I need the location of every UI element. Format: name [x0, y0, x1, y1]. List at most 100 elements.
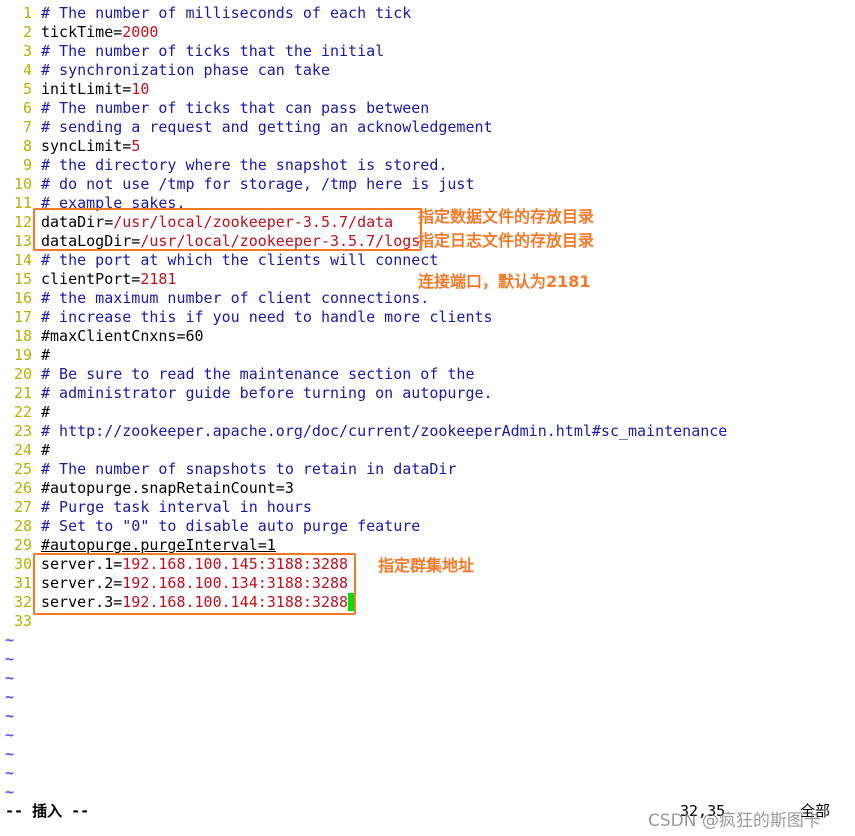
- line-number: 29: [13, 536, 32, 554]
- code-line[interactable]: 4 # synchronization phase can take: [5, 61, 727, 80]
- code-line[interactable]: 21 # administrator guide before turning o…: [5, 384, 727, 403]
- code-line[interactable]: 14 # the port at which the clients will c…: [5, 251, 727, 270]
- line-number: 25: [13, 460, 32, 478]
- watermark: CSDN @疯狂的斯图卡: [648, 811, 821, 831]
- code-text: #: [41, 346, 51, 364]
- comment-text: # The number of milliseconds of each tic…: [41, 4, 412, 22]
- code-line[interactable]: 1 # The number of milliseconds of each ti…: [5, 4, 727, 23]
- comment-text: # the directory where the snapshot is st…: [41, 156, 448, 174]
- code-line[interactable]: 19 #: [5, 346, 727, 365]
- code-line[interactable]: 16 # the maximum number of client connect…: [5, 289, 727, 308]
- line-number: 2: [22, 23, 32, 41]
- empty-line-tilde: ~: [5, 726, 15, 744]
- line-number: 11: [13, 194, 32, 212]
- annotation-box-data-dirs: [33, 208, 422, 251]
- line-number: 33: [13, 612, 32, 630]
- line-number: 23: [13, 422, 32, 440]
- comment-text: # sending a request and getting an ackno…: [41, 118, 493, 136]
- comment-text: # the port at which the clients will con…: [41, 251, 439, 269]
- code-line[interactable]: 24 #: [5, 441, 727, 460]
- empty-line-tilde: ~: [5, 631, 15, 649]
- code-text: #maxClientCnxns=60: [41, 327, 204, 345]
- line-number: 17: [13, 308, 32, 326]
- comment-text: # increase this if you need to handle mo…: [41, 308, 493, 326]
- line-number: 27: [13, 498, 32, 516]
- code-text: #autopurge.snapRetainCount=3: [41, 479, 294, 497]
- code-line[interactable]: 23 # http://zookeeper.apache.org/doc/curr…: [5, 422, 727, 441]
- code-line[interactable]: 18 #maxClientCnxns=60: [5, 327, 727, 346]
- line-number: 12: [13, 213, 32, 231]
- line-number: 9: [22, 156, 32, 174]
- annotation-log-dir: 指定日志文件的存放目录: [418, 231, 595, 250]
- code-line[interactable]: 10 # do not use /tmp for storage, /tmp he…: [5, 175, 727, 194]
- empty-line-tilde: ~: [5, 669, 15, 687]
- annotation-box-servers: [33, 553, 356, 615]
- config-key: initLimit=: [41, 80, 132, 98]
- code-line[interactable]: 6 # The number of ticks that can pass bet…: [5, 99, 727, 118]
- comment-text: # Purge task interval in hours: [41, 498, 312, 516]
- mode-indicator: -- 插入 --: [5, 802, 90, 820]
- line-number: 22: [13, 403, 32, 421]
- line-number: 28: [13, 517, 32, 535]
- line-number: 24: [13, 441, 32, 459]
- config-key: tickTime=: [41, 23, 123, 41]
- annotation-cluster: 指定群集地址: [378, 556, 475, 575]
- line-number: 26: [13, 479, 32, 497]
- code-line[interactable]: 15 clientPort=2181: [5, 270, 727, 289]
- code-text: #: [41, 403, 51, 421]
- line-number: 7: [22, 118, 32, 136]
- code-line[interactable]: 7 # sending a request and getting an ackn…: [5, 118, 727, 137]
- line-number: 15: [13, 270, 32, 288]
- code-line[interactable]: 8 syncLimit=5: [5, 137, 727, 156]
- line-number: 8: [22, 137, 32, 155]
- code-line[interactable]: 9 # the directory where the snapshot is s…: [5, 156, 727, 175]
- annotation-data-dir: 指定数据文件的存放目录: [418, 207, 595, 226]
- code-text: #autopurge.purgeInterval=1: [41, 536, 276, 554]
- vim-editor[interactable]: 1 # The number of milliseconds of each ti…: [5, 4, 727, 802]
- line-number: 32: [13, 593, 32, 611]
- line-number: 20: [13, 365, 32, 383]
- empty-line-tilde: ~: [5, 707, 15, 725]
- config-value: 5: [131, 137, 141, 155]
- empty-line-tilde: ~: [5, 745, 15, 763]
- comment-text: # http://zookeeper.apache.org/doc/curren…: [41, 422, 728, 440]
- comment-text: # The number of ticks that the initial: [41, 42, 385, 60]
- code-text: #: [41, 441, 51, 459]
- code-line[interactable]: 20 # Be sure to read the maintenance sect…: [5, 365, 727, 384]
- line-number: 4: [22, 61, 32, 79]
- code-line[interactable]: 26 #autopurge.snapRetainCount=3: [5, 479, 727, 498]
- comment-text: # The number of snapshots to retain in d…: [41, 460, 457, 478]
- line-number: 1: [22, 4, 32, 22]
- comment-text: # synchronization phase can take: [41, 61, 330, 79]
- annotation-client-port: 连接端口，默认为2181: [418, 272, 591, 291]
- code-line[interactable]: 28 # Set to "0" to disable auto purge fea…: [5, 517, 727, 536]
- config-value: 10: [131, 80, 150, 98]
- code-line[interactable]: 22 #: [5, 403, 727, 422]
- line-number: 3: [22, 42, 32, 60]
- line-number: 5: [22, 80, 32, 98]
- code-line[interactable]: 2 tickTime=2000: [5, 23, 727, 42]
- line-number: 14: [13, 251, 32, 269]
- empty-line-tilde: ~: [5, 650, 15, 668]
- comment-text: # Be sure to read the maintenance sectio…: [41, 365, 475, 383]
- code-line[interactable]: 27 # Purge task interval in hours: [5, 498, 727, 517]
- line-number: 13: [13, 232, 32, 250]
- code-line[interactable]: 17 # increase this if you need to handle …: [5, 308, 727, 327]
- config-key: clientPort=: [41, 270, 141, 288]
- code-line[interactable]: 5 initLimit=10: [5, 80, 727, 99]
- line-number: 30: [13, 555, 32, 573]
- code-line[interactable]: 25 # The number of snapshots to retain in…: [5, 460, 727, 479]
- comment-text: # the maximum number of client connectio…: [41, 289, 430, 307]
- line-number: 6: [22, 99, 32, 117]
- code-line[interactable]: 3 # The number of ticks that the initial: [5, 42, 727, 61]
- empty-line-tilde: ~: [5, 688, 15, 706]
- comment-text: # do not use /tmp for storage, /tmp here…: [41, 175, 475, 193]
- line-number: 18: [13, 327, 32, 345]
- line-number: 21: [13, 384, 32, 402]
- empty-line-tilde: ~: [5, 764, 15, 782]
- comment-text: # The number of ticks that can pass betw…: [41, 99, 430, 117]
- empty-line-tilde: ~: [5, 783, 15, 801]
- comment-text: # Set to "0" to disable auto purge featu…: [41, 517, 421, 535]
- line-number: 19: [13, 346, 32, 364]
- line-number: 16: [13, 289, 32, 307]
